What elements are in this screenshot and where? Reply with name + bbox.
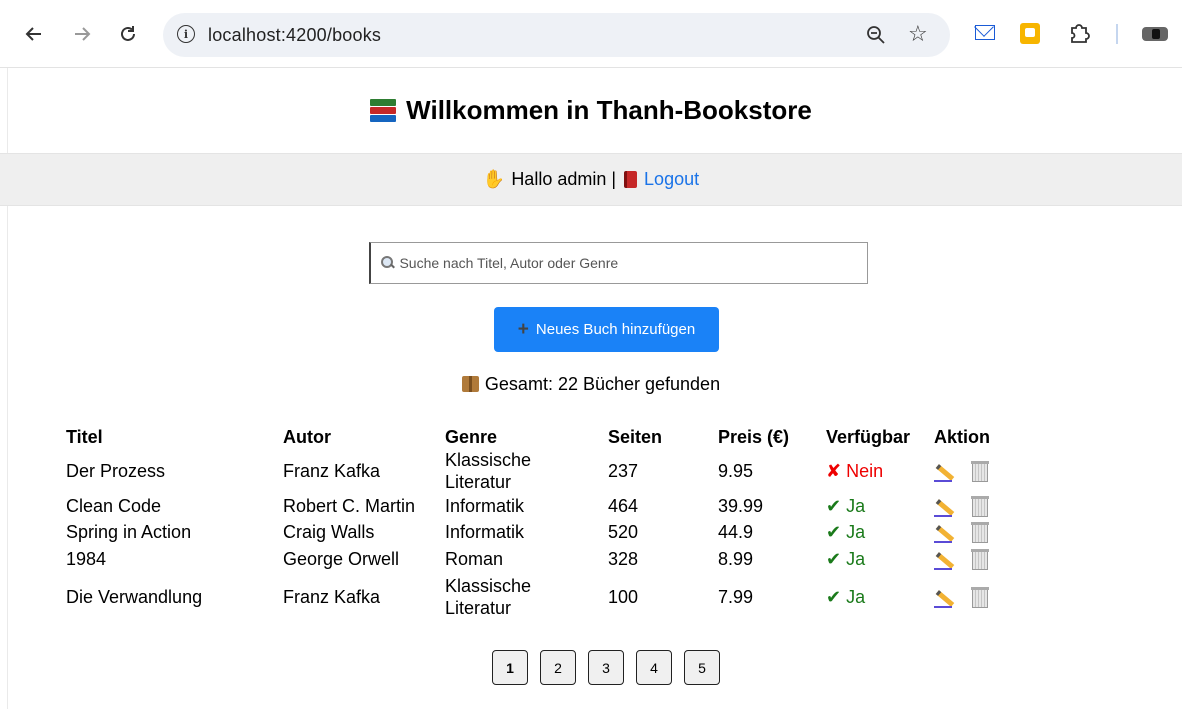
table-row: 1984 George Orwell Roman 328 8.99 ✔ Ja	[66, 545, 1014, 573]
search-input[interactable]	[399, 255, 867, 271]
header-verfuegbar: Verfügbar	[826, 426, 911, 447]
cell-seiten: 520	[608, 522, 639, 542]
cell-titel: Die Verwandlung	[66, 587, 203, 607]
zoom-icon[interactable]	[866, 25, 886, 45]
header-titel: Titel	[66, 426, 103, 447]
greeting-text: Hallo admin |	[511, 169, 617, 189]
page-title-text: Willkommen in Thanh-Bookstore	[406, 95, 812, 125]
header-genre: Genre	[445, 426, 498, 447]
trash-icon[interactable]	[971, 460, 989, 482]
add-book-button[interactable]: + Neues Buch hinzufügen	[494, 307, 719, 352]
greeting-bar: ✋ Hallo admin | Logout	[0, 153, 1182, 206]
cell-genre: Roman	[445, 549, 504, 569]
cell-genre: Klassische Literatur	[445, 576, 532, 618]
cell-verfuegbar: ✔ Ja	[826, 496, 866, 516]
cell-verfuegbar: ✔ Ja	[826, 522, 866, 542]
page-title: Willkommen in Thanh-Bookstore	[370, 95, 812, 126]
back-arrow-icon[interactable]	[20, 20, 48, 48]
pencil-icon[interactable]	[934, 589, 952, 609]
pencil-icon[interactable]	[934, 463, 952, 483]
table-row: Der Prozess Franz Kafka Klassische Liter…	[66, 449, 1014, 493]
toolbar-separator	[1116, 24, 1118, 44]
result-summary: Gesamt: 22 Bücher gefunden	[0, 374, 1182, 395]
cell-verfuegbar: ✔ Ja	[826, 549, 866, 569]
bookmark-star-icon[interactable]: ☆	[908, 21, 928, 47]
address-bar[interactable]: i localhost:4200/books ☆	[163, 13, 950, 57]
cell-autor: Franz Kafka	[283, 461, 381, 481]
site-info-icon[interactable]: i	[177, 25, 195, 43]
pencil-icon[interactable]	[934, 551, 952, 571]
books-icon	[370, 98, 397, 123]
page-header: Willkommen in Thanh-Bookstore	[0, 68, 1182, 153]
trash-icon[interactable]	[971, 586, 989, 608]
table-row: Die Verwandlung Franz Kafka Klassische L…	[66, 573, 1014, 621]
header-seiten: Seiten	[608, 426, 663, 447]
result-summary-text: Gesamt: 22 Bücher gefunden	[484, 374, 721, 394]
search-field[interactable]	[369, 242, 868, 284]
extensions-puzzle-icon[interactable]	[1068, 22, 1090, 44]
cell-verfuegbar: ✔ Ja	[826, 587, 866, 607]
cell-preis: 9.95	[718, 461, 754, 481]
page-button-3[interactable]: 3	[588, 650, 624, 685]
cell-aktion	[934, 449, 1014, 493]
cell-autor: Franz Kafka	[283, 587, 381, 607]
trash-icon[interactable]	[971, 495, 989, 517]
page-button-5[interactable]: 5	[684, 650, 720, 685]
browser-toolbar: i localhost:4200/books ☆	[0, 0, 1182, 68]
trash-icon[interactable]	[971, 521, 989, 543]
cell-genre: Informatik	[445, 496, 525, 516]
plus-icon: +	[517, 318, 529, 340]
cell-verfuegbar: ✘ Nein	[826, 461, 884, 481]
cell-aktion	[934, 493, 1014, 519]
pagination: 1 2 3 4 5	[492, 650, 720, 685]
reload-icon[interactable]	[114, 20, 142, 48]
forward-arrow-icon[interactable]	[68, 20, 96, 48]
red-book-icon	[624, 171, 638, 188]
magnifier-icon	[381, 256, 394, 270]
cell-genre: Klassische Literatur	[445, 450, 532, 492]
cell-preis: 8.99	[718, 549, 754, 569]
cell-preis: 39.99	[718, 496, 764, 516]
mail-extension-icon[interactable]	[975, 25, 995, 40]
profile-icon[interactable]	[1142, 27, 1168, 41]
table-row: Clean Code Robert C. Martin Informatik 4…	[66, 493, 1014, 519]
keep-extension-icon[interactable]	[1020, 23, 1040, 44]
cell-titel: Spring in Action	[66, 522, 192, 542]
cell-autor: George Orwell	[283, 549, 400, 569]
header-autor: Autor	[283, 426, 331, 447]
page-button-2[interactable]: 2	[540, 650, 576, 685]
page-button-1[interactable]: 1	[492, 650, 528, 685]
pencil-icon[interactable]	[934, 524, 952, 544]
logout-link[interactable]: Logout	[644, 169, 699, 190]
package-icon	[461, 376, 479, 392]
cell-genre: Informatik	[445, 522, 525, 542]
cell-aktion	[934, 519, 1014, 545]
pencil-icon[interactable]	[934, 498, 952, 518]
table-row: Spring in Action Craig Walls Informatik …	[66, 519, 1014, 545]
cell-aktion	[934, 545, 1014, 573]
cell-preis: 44.9	[718, 522, 754, 542]
page-button-4[interactable]: 4	[636, 650, 672, 685]
table-header-row: Titel Autor Genre Seiten Preis (€) Verfü…	[66, 425, 1014, 449]
cell-seiten: 100	[608, 587, 639, 607]
waving-hand-icon: ✋	[482, 169, 506, 189]
header-preis: Preis (€)	[718, 426, 790, 447]
cell-aktion	[934, 573, 1014, 621]
address-url[interactable]: localhost:4200/books	[208, 25, 381, 46]
cell-titel: 1984	[66, 549, 107, 569]
cell-autor: Robert C. Martin	[283, 496, 416, 516]
cell-seiten: 237	[608, 461, 639, 481]
cell-autor: Craig Walls	[283, 522, 375, 542]
cell-titel: Clean Code	[66, 496, 162, 516]
cell-seiten: 328	[608, 549, 639, 569]
cell-seiten: 464	[608, 496, 639, 516]
header-aktion: Aktion	[934, 426, 990, 447]
trash-icon[interactable]	[971, 548, 989, 570]
books-table: Titel Autor Genre Seiten Preis (€) Verfü…	[66, 425, 1014, 621]
cell-preis: 7.99	[718, 587, 754, 607]
cell-titel: Der Prozess	[66, 461, 166, 481]
add-book-label: Neues Buch hinzufügen	[535, 321, 696, 338]
